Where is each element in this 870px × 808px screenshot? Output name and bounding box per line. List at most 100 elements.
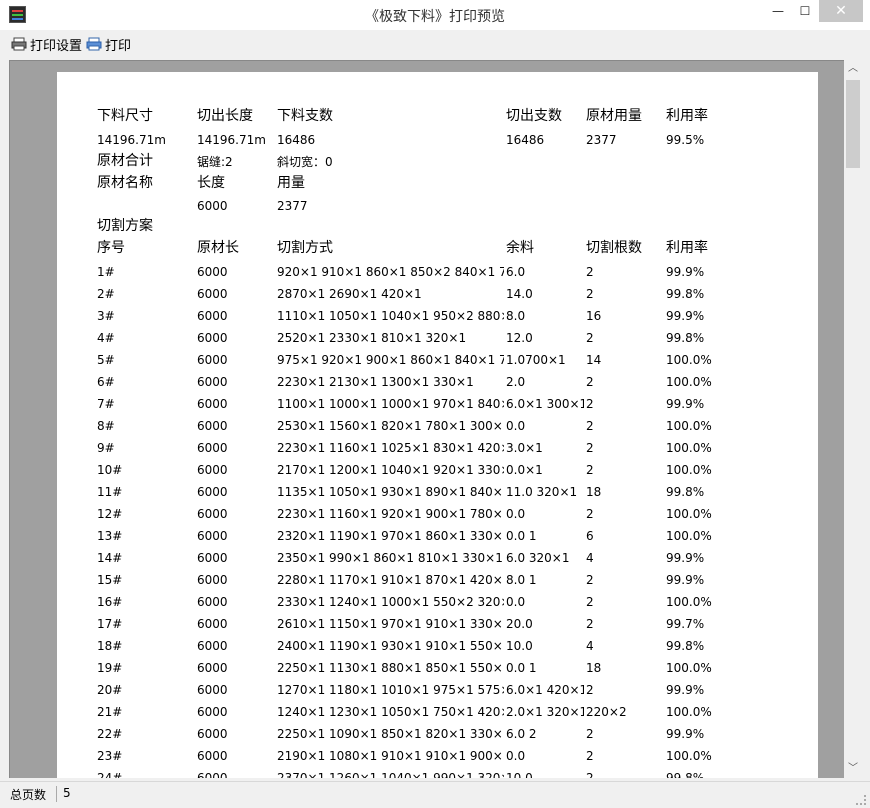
plan-cell: 2 xyxy=(586,617,594,631)
plan-cell: 6.0×1 420×1 xyxy=(506,683,584,697)
resize-grip-icon[interactable] xyxy=(856,795,866,805)
plan-cell: 14.0 xyxy=(506,287,533,301)
plan-cell: 12# xyxy=(97,507,123,521)
plan-cell: 99.9% xyxy=(666,397,705,411)
plan-cell: 2280×1 1170×1 910×1 870×1 420×1 3 xyxy=(277,573,504,587)
plan-cell: 2 xyxy=(586,595,594,609)
plan-cell: 9# xyxy=(97,441,115,455)
plan-header: 切割方式 xyxy=(277,240,333,256)
plan-cell: 2610×1 1150×1 970×1 910×1 330×1 xyxy=(277,617,504,631)
plan-cell: 100.0% xyxy=(666,749,712,763)
plan-cell: 99.9% xyxy=(666,265,705,279)
plan-cell: 100.0% xyxy=(666,353,712,367)
summary-value: 14196.71m xyxy=(97,133,166,147)
scroll-thumb[interactable] xyxy=(846,80,860,168)
plan-cell: 2330×1 1240×1 1000×1 550×2 320×1 xyxy=(277,595,504,609)
plan-cell: 0.0 xyxy=(506,507,526,521)
plan-cell: 16 xyxy=(586,309,602,323)
plan-cell: 6# xyxy=(97,375,115,389)
plan-cell: 100.0% xyxy=(666,507,712,521)
total-pages-value: 5 xyxy=(63,786,71,800)
material-header: 用量 xyxy=(277,175,305,191)
plan-cell: 2170×1 1200×1 1040×1 920×1 330×1 xyxy=(277,463,504,477)
plan-cell: 16# xyxy=(97,595,123,609)
plan-cell: 24# xyxy=(97,771,123,778)
plan-cell: 100.0% xyxy=(666,705,712,719)
plan-cell: 99.9% xyxy=(666,551,705,565)
plan-cell: 0.0 1 xyxy=(506,529,537,543)
plan-cell: 6000 xyxy=(197,639,228,653)
plan-cell: 2 xyxy=(586,573,594,587)
plan-cell: 0.0 1 xyxy=(506,661,537,675)
print-settings-label: 打印设置 xyxy=(30,38,83,54)
plan-cell: 6000 xyxy=(197,419,228,433)
plan-cell: 21# xyxy=(97,705,123,719)
plan-cell: 6000 xyxy=(197,441,228,455)
plan-cell: 6000 xyxy=(197,463,228,477)
plan-cell: 100.0% xyxy=(666,661,712,675)
plan-header: 利用率 xyxy=(666,240,708,256)
plan-cell: 100.0% xyxy=(666,375,712,389)
plan-cell: 8.0 1 xyxy=(506,573,537,587)
plan-cell: 13# xyxy=(97,529,123,543)
plan-cell: 2 xyxy=(586,727,594,741)
title-bar: 《极致下料》打印预览 — ☐ ✕ xyxy=(0,0,870,30)
plan-cell: 99.9% xyxy=(666,573,705,587)
plan-title: 切割方案 xyxy=(97,218,153,234)
plan-cell: 1# xyxy=(97,265,115,279)
plan-cell: 4 xyxy=(586,639,594,653)
material-cell: 6000 xyxy=(197,199,228,213)
plan-cell: 6000 xyxy=(197,331,228,345)
plan-cell: 6 xyxy=(586,529,594,543)
window-title: 《极致下料》打印预览 xyxy=(365,9,505,25)
plan-cell: 2350×1 990×1 860×1 810×1 330×1 32 xyxy=(277,551,504,565)
plan-cell: 15# xyxy=(97,573,123,587)
plan-cell: 6000 xyxy=(197,705,228,719)
plan-cell: 22# xyxy=(97,727,123,741)
preview-viewport[interactable]: 下料尺寸 切出长度 下料支数 切出支数 原材用量 利用率 14196.71m 14196.71… xyxy=(9,60,844,778)
maximize-button[interactable]: ☐ xyxy=(793,0,817,22)
plan-cell: 99.8% xyxy=(666,639,705,653)
plan-cell: 99.7% xyxy=(666,617,705,631)
plan-cell: 1270×1 1180×1 1010×1 975×1 575×1 xyxy=(277,683,504,697)
plan-cell: 99.8% xyxy=(666,485,705,499)
plan-cell: 8# xyxy=(97,419,115,433)
plan-cell: 19# xyxy=(97,661,123,675)
print-settings-button[interactable]: 打印设置 xyxy=(11,34,82,54)
plan-header: 切割根数 xyxy=(586,240,642,256)
plan-cell: 99.9% xyxy=(666,683,705,697)
summary-value: 16486 xyxy=(277,133,316,147)
plan-cell: 100.0% xyxy=(666,595,712,609)
plan-cell: 2 xyxy=(586,419,594,433)
plan-cell: 99.8% xyxy=(666,331,705,345)
summary-value: 14196.71m xyxy=(197,133,266,147)
plan-cell: 6000 xyxy=(197,727,228,741)
summary-header: 切出长度 xyxy=(197,108,253,124)
plan-cell: 12.0 xyxy=(506,331,533,345)
plan-cell: 17# xyxy=(97,617,123,631)
plan-cell: 6.0 2 xyxy=(506,727,537,741)
plan-cell: 18 xyxy=(586,661,602,675)
plan-cell: 11.0 320×1 xyxy=(506,485,578,499)
plan-cell: 6000 xyxy=(197,617,228,631)
plan-cell: 6.0 320×1 xyxy=(506,551,570,565)
print-button[interactable]: 打印 xyxy=(86,34,131,54)
scroll-down-icon[interactable]: ﹀ xyxy=(844,760,862,778)
plan-cell: 99.8% xyxy=(666,287,705,301)
plan-cell: 6000 xyxy=(197,353,228,367)
summary-header: 利用率 xyxy=(666,108,708,124)
plan-cell: 6000 xyxy=(197,551,228,565)
plan-cell: 6.0×1 300×1 xyxy=(506,397,584,411)
material-total-label: 原材合计 xyxy=(97,153,153,169)
printer-icon xyxy=(86,37,102,51)
plan-cell: 2230×1 1160×1 920×1 900×1 780×1 xyxy=(277,507,504,521)
plan-cell: 2 xyxy=(586,749,594,763)
vertical-scrollbar[interactable]: ︿ ﹀ xyxy=(844,60,862,778)
plan-cell: 6000 xyxy=(197,375,228,389)
close-button[interactable]: ✕ xyxy=(819,0,863,22)
summary-header: 切出支数 xyxy=(506,108,562,124)
plan-cell: 1110×1 1050×1 1040×1 950×2 880×1 xyxy=(277,309,504,323)
scroll-up-icon[interactable]: ︿ xyxy=(844,60,862,78)
material-cell: 2377 xyxy=(277,199,308,213)
minimize-button[interactable]: — xyxy=(766,0,790,22)
